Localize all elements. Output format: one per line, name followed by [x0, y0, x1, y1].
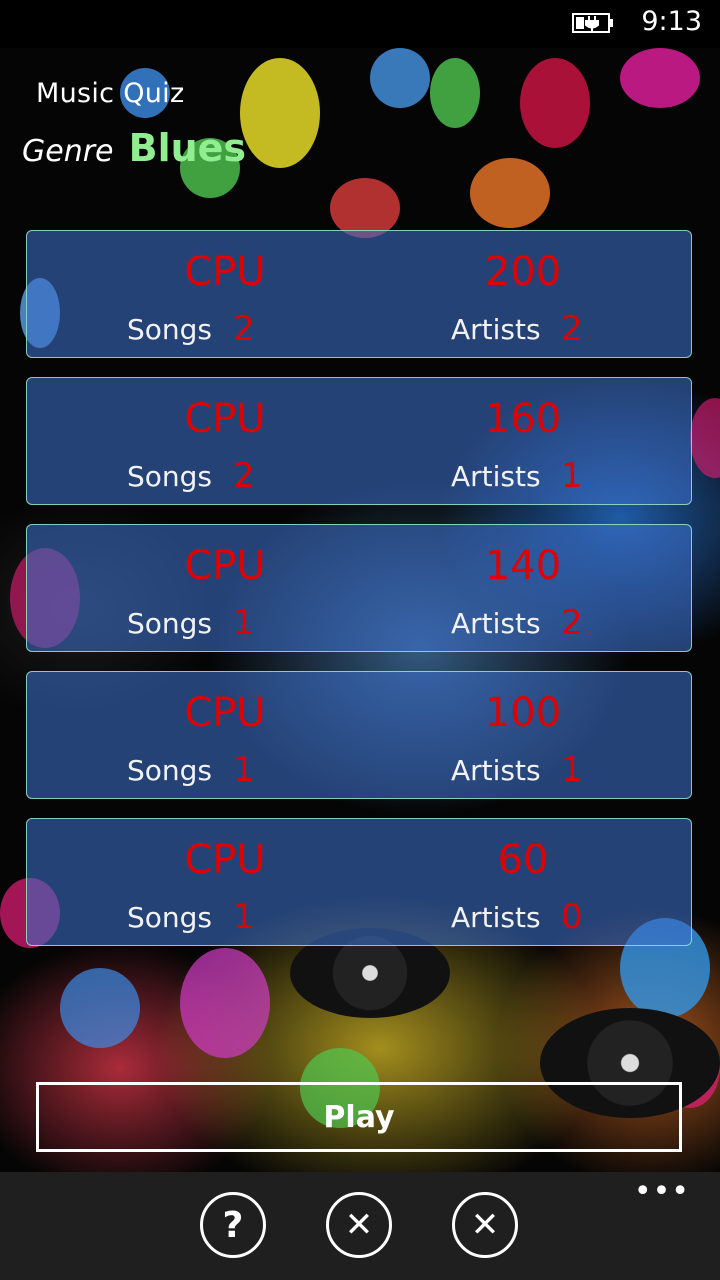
screen: 9:13 Music Quiz Genre Blues CPU 200 Song…: [0, 0, 720, 1280]
round-card[interactable]: CPU 60 Songs 1 Artists 0: [26, 818, 692, 946]
close-button-2[interactable]: ✕: [452, 1192, 518, 1258]
artists-value: 0: [561, 897, 583, 937]
songs-value: 1: [233, 603, 255, 643]
cpu-score: 60: [497, 837, 549, 883]
cpu-score: 140: [484, 543, 562, 589]
close-icon: ✕: [470, 1205, 500, 1245]
close-button-1[interactable]: ✕: [326, 1192, 392, 1258]
more-icon[interactable]: •••: [634, 1177, 690, 1207]
cpu-label: CPU: [184, 690, 266, 736]
cpu-label: CPU: [184, 249, 266, 295]
artists-value: 2: [561, 309, 583, 349]
artists-label: Artists: [451, 460, 541, 493]
cpu-score: 160: [484, 396, 562, 442]
question-icon: ?: [222, 1204, 244, 1246]
cpu-label: CPU: [184, 837, 266, 883]
status-bar: 9:13: [0, 0, 720, 48]
close-icon: ✕: [344, 1205, 374, 1245]
app-title: Music Quiz: [36, 78, 185, 109]
genre-label: Genre: [22, 134, 114, 169]
songs-label: Songs: [127, 607, 213, 640]
artists-label: Artists: [451, 607, 541, 640]
clock: 9:13: [641, 6, 702, 37]
cpu-score: 200: [484, 249, 562, 295]
songs-label: Songs: [127, 754, 213, 787]
app-bar: ? ✕ ✕ •••: [0, 1172, 720, 1280]
songs-value: 2: [233, 309, 255, 349]
songs-label: Songs: [127, 901, 213, 934]
round-card[interactable]: CPU 100 Songs 1 Artists 1: [26, 671, 692, 799]
battery-charging-icon: [572, 13, 613, 33]
round-card[interactable]: CPU 160 Songs 2 Artists 1: [26, 377, 692, 505]
cpu-label: CPU: [184, 396, 266, 442]
genre-value: Blues: [128, 126, 247, 170]
artists-value: 1: [561, 750, 583, 790]
artists-label: Artists: [451, 901, 541, 934]
cpu-label: CPU: [184, 543, 266, 589]
artists-label: Artists: [451, 313, 541, 346]
genre-row: Genre Blues: [22, 126, 246, 170]
round-card[interactable]: CPU 140 Songs 1 Artists 2: [26, 524, 692, 652]
cpu-score: 100: [484, 690, 562, 736]
songs-label: Songs: [127, 313, 213, 346]
artists-value: 1: [561, 456, 583, 496]
artists-value: 2: [561, 603, 583, 643]
songs-value: 1: [233, 897, 255, 937]
help-button[interactable]: ?: [200, 1192, 266, 1258]
songs-label: Songs: [127, 460, 213, 493]
artists-label: Artists: [451, 754, 541, 787]
songs-value: 2: [233, 456, 255, 496]
play-button[interactable]: Play: [36, 1082, 682, 1152]
songs-value: 1: [233, 750, 255, 790]
round-card[interactable]: CPU 200 Songs 2 Artists 2: [26, 230, 692, 358]
